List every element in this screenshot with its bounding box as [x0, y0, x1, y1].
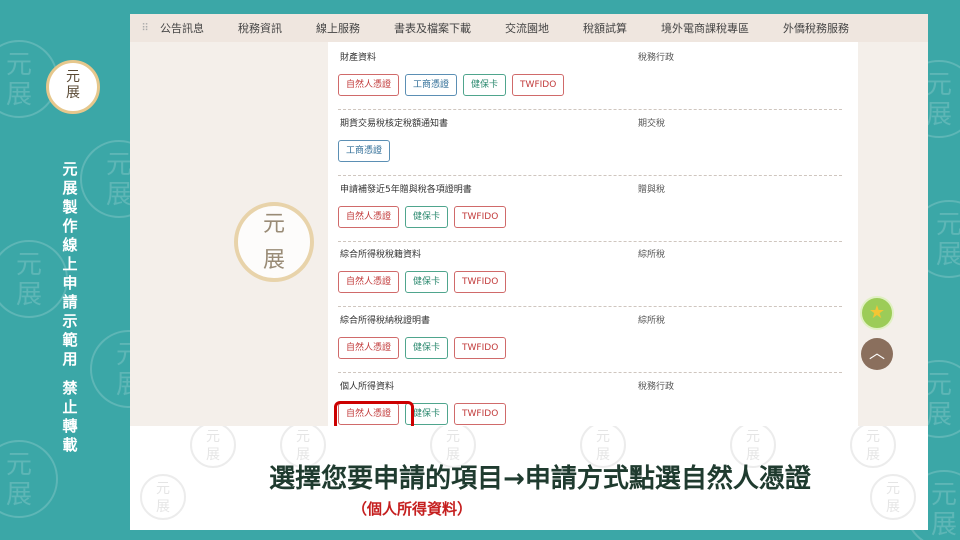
auth-button-group: 工商憑證	[338, 140, 396, 162]
nav-item[interactable]: 線上服務	[316, 20, 360, 36]
brand-logo: 元 展	[46, 60, 100, 114]
title-char: 請	[62, 293, 78, 311]
auth-method-button[interactable]: 健保卡	[405, 206, 449, 228]
title-char: 轉	[62, 417, 78, 435]
service-name: 綜合所得稅納稅證明書	[340, 316, 431, 326]
title-char: 上	[62, 255, 78, 273]
nav-item[interactable]: 境外電商課稅專區	[661, 20, 749, 36]
service-category: 贈與稅	[638, 185, 666, 195]
logo-char: 元	[66, 69, 80, 85]
title-char: 展	[62, 179, 78, 197]
auth-method-button[interactable]: 自然人憑證	[338, 337, 400, 359]
auth-method-button[interactable]: TWFIDO	[454, 271, 507, 293]
service-name: 申請補發近5年贈與稅各項證明書	[340, 185, 472, 195]
service-name: 期貨交易稅核定稅額通知書	[340, 119, 449, 129]
auth-button-group: 自然人憑證 工商憑證 健保卡 TWFIDO	[338, 74, 570, 96]
watermark: 元展	[870, 474, 916, 520]
nav-item[interactable]: 公告訊息	[160, 20, 204, 36]
service-row: 申請補發近5年贈與稅各項證明書 贈與稅自然人憑證 健保卡 TWFIDO	[338, 182, 842, 242]
service-category: 綜所稅	[638, 250, 666, 260]
auth-method-button[interactable]: TWFIDO	[512, 74, 565, 96]
auth-method-button[interactable]: 健保卡	[463, 74, 507, 96]
watermark: 元展	[140, 474, 186, 520]
caption-box: 元展 元展 元展 元展 元展 元展 元展 元展 選擇您要申請的項目→申請方式點選…	[130, 426, 928, 530]
service-row: 綜合所得稅稅籍資料 綜所稅自然人憑證 健保卡 TWFIDO	[338, 247, 842, 307]
watermark: 元展	[0, 440, 58, 518]
highlight-box	[334, 401, 414, 426]
auth-method-button[interactable]: 自然人憑證	[338, 74, 400, 96]
vertical-watermark-title: 元展製作線上申請示範用禁止轉載	[58, 160, 82, 455]
title-char: 示	[62, 312, 78, 330]
auth-button-group: 自然人憑證 健保卡 TWFIDO	[338, 337, 512, 359]
award-icon[interactable]: ★	[860, 296, 894, 330]
auth-method-button[interactable]: 健保卡	[405, 337, 449, 359]
title-char: 元	[62, 160, 78, 178]
service-row: 綜合所得稅納稅證明書 綜所稅自然人憑證 健保卡 TWFIDO	[338, 313, 842, 373]
caption-sub-text: （個人所得資料）	[352, 500, 473, 518]
title-char: 用	[62, 350, 78, 368]
auth-method-button[interactable]: 自然人憑證	[338, 271, 400, 293]
title-char: 製	[62, 198, 78, 216]
service-row: 財產資料 稅務行政自然人憑證 工商憑證 健保卡 TWFIDO	[338, 50, 842, 110]
service-category: 期交稅	[638, 119, 666, 129]
service-row: 期貨交易稅核定稅額通知書 期交稅工商憑證	[338, 116, 842, 176]
title-char: 範	[62, 331, 78, 349]
auth-method-button[interactable]: 工商憑證	[405, 74, 458, 96]
service-name: 財產資料	[340, 53, 377, 63]
auth-button-group: 自然人憑證 健保卡 TWFIDO	[338, 206, 512, 228]
logo-char: 展	[262, 248, 285, 273]
title-char: 線	[62, 236, 78, 254]
auth-method-button[interactable]: 健保卡	[405, 271, 449, 293]
service-list-panel: 財產資料 稅務行政 自然人憑證 工商憑證 健保卡 TWFIDO 期貨交易稅核定稅額通知書 期交…	[328, 42, 858, 426]
center-watermark-logo: 元 展	[234, 202, 314, 282]
service-name: 綜合所得稅稅籍資料	[340, 250, 422, 260]
auth-method-button[interactable]: 自然人憑證	[338, 206, 400, 228]
caption-main-text: 選擇您要申請的項目→申請方式點選自然人憑證	[269, 464, 811, 494]
auth-method-button[interactable]: TWFIDO	[454, 337, 507, 359]
chevron-up-icon: ︿	[868, 343, 885, 362]
top-nav: ⠿ 公告訊息 稅務資訊 線上服務 書表及檔案下載 交流園地 稅額試算 境外電商課…	[130, 14, 928, 42]
service-category: 綜所稅	[638, 316, 666, 326]
nav-item[interactable]: 稅額試算	[583, 20, 627, 36]
auth-method-button[interactable]: TWFIDO	[454, 206, 507, 228]
scroll-top-button[interactable]: ︿	[861, 338, 893, 370]
service-name: 個人所得資料	[340, 382, 395, 392]
title-char: 申	[62, 274, 78, 292]
logo-char: 展	[66, 85, 80, 101]
nav-item[interactable]: 書表及檔案下載	[394, 20, 471, 36]
service-category: 稅務行政	[638, 382, 675, 392]
title-char: 禁	[62, 379, 78, 397]
title-char: 止	[62, 398, 78, 416]
menu-grip-icon[interactable]: ⠿	[130, 23, 160, 34]
nav-item[interactable]: 交流園地	[505, 20, 549, 36]
logo-char: 元	[262, 212, 285, 237]
title-char: 作	[62, 217, 78, 235]
auth-button-group: 自然人憑證 健保卡 TWFIDO	[338, 271, 512, 293]
service-category: 稅務行政	[638, 53, 675, 63]
title-char: 載	[62, 436, 78, 454]
browser-screenshot: ⠿ 公告訊息 稅務資訊 線上服務 書表及檔案下載 交流園地 稅額試算 境外電商課…	[130, 14, 928, 426]
nav-item[interactable]: 稅務資訊	[238, 20, 282, 36]
auth-method-button[interactable]: 工商憑證	[338, 140, 391, 162]
title-gap	[58, 369, 82, 379]
nav-item[interactable]: 外僑稅務服務	[783, 20, 849, 36]
auth-method-button[interactable]: TWFIDO	[454, 403, 507, 425]
